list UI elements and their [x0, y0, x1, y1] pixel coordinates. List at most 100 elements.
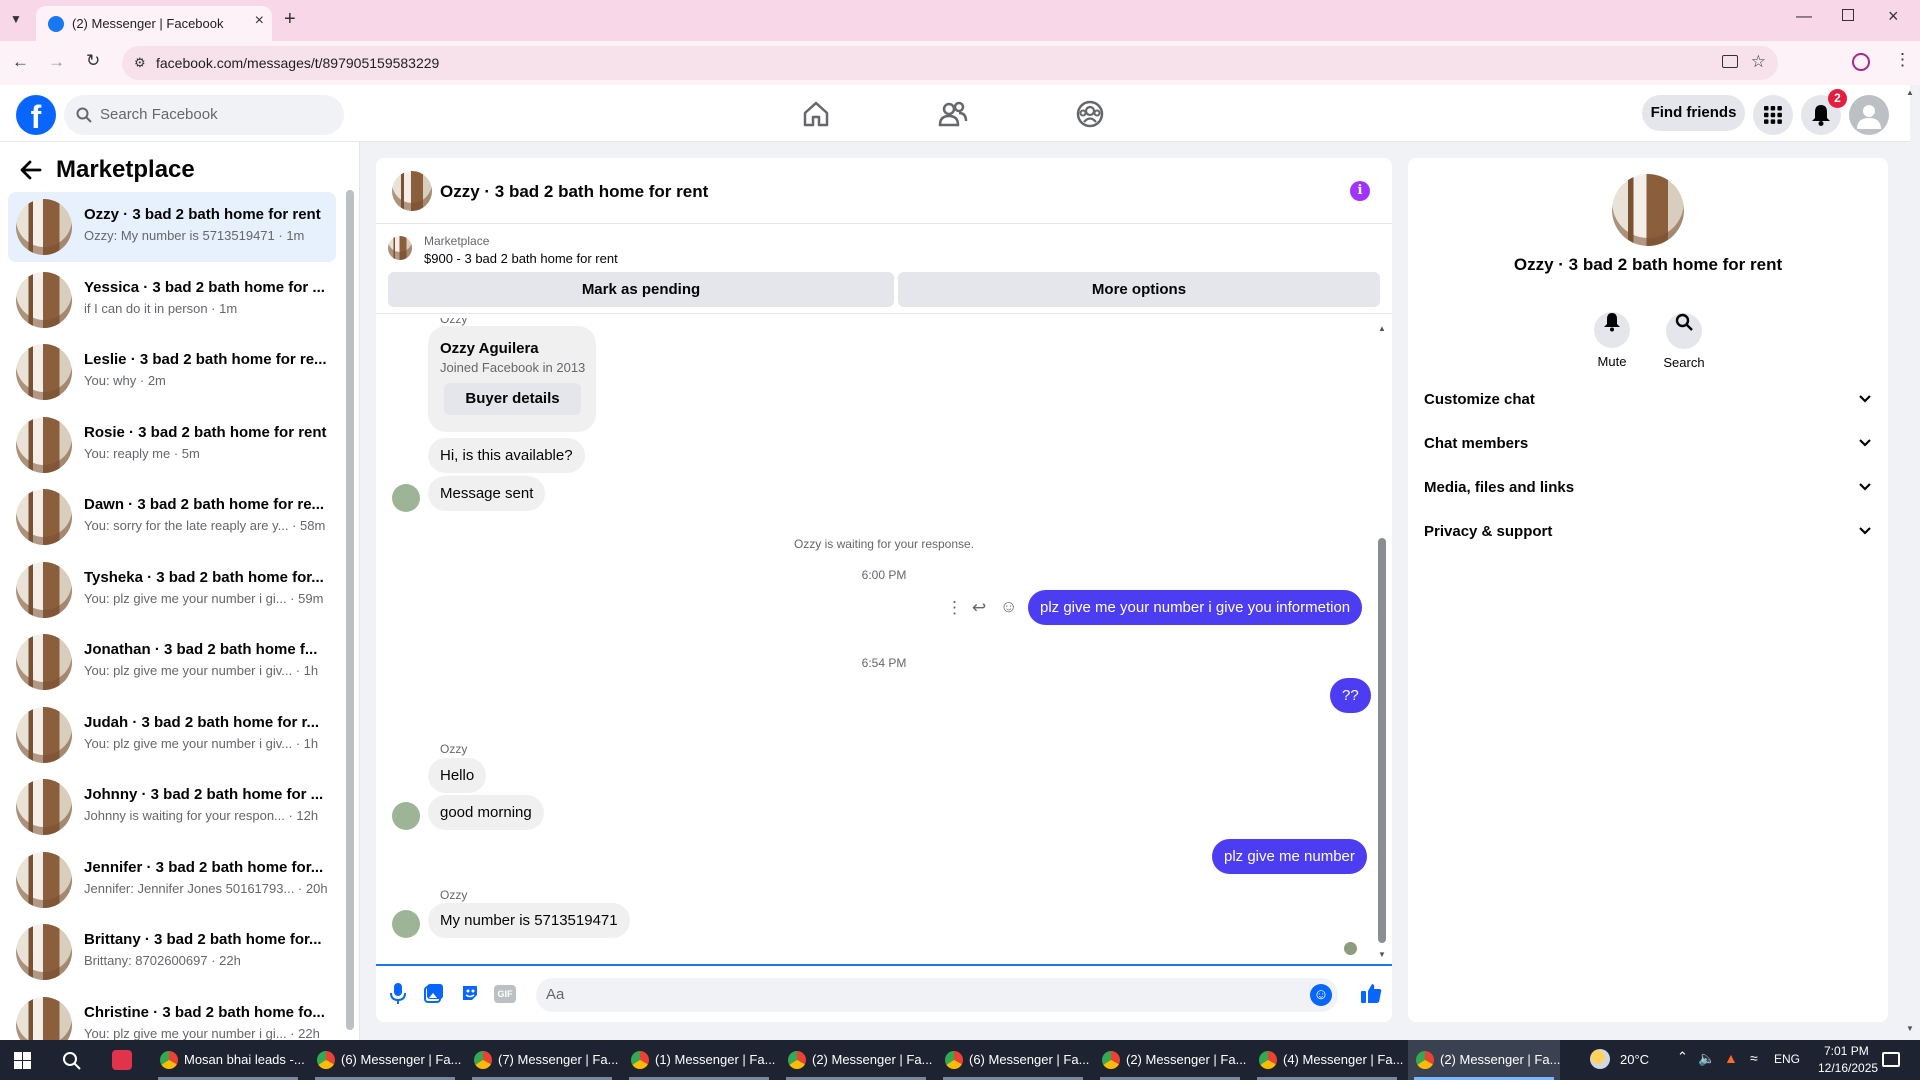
- close-window-icon[interactable]: ×: [1888, 6, 1899, 27]
- scroll-up-arrow-icon[interactable]: ▲: [1378, 324, 1386, 333]
- message-input[interactable]: Aa ☺: [536, 978, 1338, 1012]
- ozzy-avatar[interactable]: [392, 910, 420, 938]
- chat-scrollbar[interactable]: [1378, 538, 1386, 943]
- profile-icon[interactable]: [1852, 53, 1870, 71]
- back-arrow-icon[interactable]: [20, 160, 42, 180]
- minimize-icon[interactable]: —: [1796, 8, 1812, 26]
- chat-title[interactable]: Ozzy · 3 bad 2 bath home for rent: [440, 182, 708, 202]
- search-icon[interactable]: [62, 1051, 81, 1070]
- media-files-links-row[interactable]: Media, files and links: [1424, 470, 1872, 506]
- conversation-item[interactable]: Rosie · 3 bad 2 bath home for rent You: r…: [8, 410, 336, 480]
- sticker-icon[interactable]: [460, 983, 480, 1003]
- address-bar[interactable]: ⚙ facebook.com/messages/t/89790515958322…: [122, 46, 1778, 80]
- ozzy-avatar[interactable]: [392, 802, 420, 830]
- scroll-down-arrow-icon[interactable]: ▼: [1378, 950, 1386, 959]
- customize-chat-row[interactable]: Customize chat: [1424, 382, 1872, 418]
- mark-as-pending-button[interactable]: Mark as pending: [388, 272, 894, 307]
- photo-icon[interactable]: [424, 983, 444, 1003]
- microphone-icon[interactable]: [390, 983, 406, 1005]
- privacy-support-row[interactable]: Privacy & support: [1424, 514, 1872, 550]
- outgoing-message[interactable]: plz give me your number i give you infor…: [1028, 590, 1363, 625]
- home-icon[interactable]: [801, 99, 831, 129]
- outgoing-message[interactable]: plz give me number: [1212, 839, 1367, 874]
- forward-arrow-icon[interactable]: →: [48, 52, 65, 72]
- thumbs-up-icon[interactable]: [1360, 982, 1382, 1004]
- language-indicator[interactable]: ENG: [1774, 1052, 1800, 1066]
- account-avatar[interactable]: [1849, 95, 1889, 135]
- taskbar-chrome-window[interactable]: (6) Messenger | Fa...: [309, 1040, 461, 1080]
- chat-info-avatar[interactable]: [1612, 174, 1684, 246]
- taskbar-chrome-window[interactable]: (1) Messenger | Fa...: [623, 1040, 775, 1080]
- chat-members-row[interactable]: Chat members: [1424, 426, 1872, 462]
- anydesk-app-icon[interactable]: [112, 1050, 132, 1070]
- bookmark-star-icon[interactable]: ☆: [1751, 52, 1766, 72]
- conversation-item[interactable]: Yessica · 3 bad 2 bath home for ... if I …: [8, 265, 336, 335]
- facebook-logo[interactable]: f: [16, 95, 56, 135]
- conversation-item[interactable]: Tysheka · 3 bad 2 bath home for... You: p…: [8, 555, 336, 625]
- install-app-icon[interactable]: [1722, 55, 1738, 68]
- tab-close-icon[interactable]: ×: [255, 12, 264, 30]
- conversation-item[interactable]: Leslie · 3 bad 2 bath home for re... You:…: [8, 337, 336, 407]
- gif-icon[interactable]: GIF: [494, 985, 516, 1003]
- taskbar-chrome-window[interactable]: (2) Messenger | Fa...: [780, 1040, 932, 1080]
- outgoing-message[interactable]: ??: [1330, 678, 1371, 713]
- back-arrow-icon[interactable]: ←: [12, 52, 29, 72]
- new-tab-button[interactable]: +: [284, 8, 296, 31]
- clock-date[interactable]: 12/16/2025: [1818, 1061, 1878, 1075]
- incoming-message[interactable]: Hello: [428, 758, 487, 793]
- react-emoji-icon[interactable]: ☺: [1000, 597, 1017, 617]
- ozzy-avatar[interactable]: [392, 484, 420, 512]
- taskbar-chrome-window[interactable]: (4) Messenger | Fa...: [1251, 1040, 1403, 1080]
- conversation-item[interactable]: Christine · 3 bad 2 bath home fo... You: …: [8, 990, 336, 1040]
- conversation-item[interactable]: Ozzy · 3 bad 2 bath home for rent Ozzy: M…: [8, 192, 336, 262]
- conversation-item[interactable]: Jennifer · 3 bad 2 bath home for... Jenni…: [8, 845, 336, 915]
- mute-button[interactable]: Mute: [1572, 304, 1652, 369]
- windows-start-icon[interactable]: [14, 1052, 31, 1069]
- message-more-icon[interactable]: ⋮: [946, 598, 963, 618]
- incoming-message[interactable]: good morning: [428, 795, 544, 830]
- notification-center-icon[interactable]: [1882, 1052, 1900, 1067]
- incoming-message[interactable]: Hi, is this available?: [428, 438, 585, 473]
- menu-grid-button[interactable]: [1753, 95, 1793, 135]
- buyer-details-button[interactable]: Buyer details: [444, 383, 581, 415]
- temperature[interactable]: 20°C: [1620, 1052, 1649, 1067]
- page-scroll-up-icon[interactable]: ▲: [1906, 88, 1914, 97]
- more-options-button[interactable]: More options: [898, 272, 1380, 307]
- page-scroll-down-icon[interactable]: ▼: [1906, 1024, 1914, 1033]
- info-icon[interactable]: i: [1350, 181, 1370, 201]
- fire-app-icon[interactable]: ▲: [1724, 1050, 1738, 1066]
- sidebar-scrollbar[interactable]: [346, 190, 354, 1030]
- listing-thumbnail[interactable]: [388, 236, 412, 260]
- wifi-icon[interactable]: ≈: [1750, 1050, 1758, 1066]
- search-facebook-input[interactable]: Search Facebook: [64, 95, 344, 135]
- reply-icon[interactable]: ↩: [972, 598, 986, 618]
- find-friends-button[interactable]: Find friends: [1642, 95, 1745, 131]
- friends-icon[interactable]: [938, 99, 968, 129]
- site-info-icon[interactable]: ⚙: [134, 55, 146, 71]
- conversation-item[interactable]: Brittany · 3 bad 2 bath home for... Britt…: [8, 917, 336, 987]
- listing-title[interactable]: $900 - 3 bad 2 bath home for rent: [424, 251, 618, 266]
- reload-icon[interactable]: ↻: [86, 51, 100, 71]
- emoji-icon[interactable]: ☺: [1310, 984, 1332, 1006]
- taskbar-chrome-window[interactable]: (6) Messenger | Fa...: [937, 1040, 1089, 1080]
- show-hidden-icons-chevron-icon[interactable]: ⌃: [1677, 1049, 1688, 1065]
- conversation-item[interactable]: Johnny · 3 bad 2 bath home for ... Johnny…: [8, 772, 336, 842]
- browser-menu-icon[interactable]: ⋮: [1894, 50, 1911, 70]
- conversation-item[interactable]: Jonathan · 3 bad 2 bath home f... You: pl…: [8, 627, 336, 697]
- tab-list-dropdown-icon[interactable]: ▼: [10, 12, 22, 26]
- taskbar-chrome-window[interactable]: (2) Messenger | Fa...: [1094, 1040, 1246, 1080]
- browser-tab-active[interactable]: (2) Messenger | Facebook ×: [36, 6, 272, 41]
- conversation-item[interactable]: Dawn · 3 bad 2 bath home for re... You: s…: [8, 482, 336, 552]
- taskbar-chrome-window[interactable]: (7) Messenger | Fa...: [466, 1040, 618, 1080]
- restore-icon[interactable]: [1842, 9, 1854, 21]
- conversation-item[interactable]: Judah · 3 bad 2 bath home for r... You: p…: [8, 700, 336, 770]
- volume-icon[interactable]: 🔈: [1698, 1050, 1715, 1067]
- taskbar-chrome-window[interactable]: Mosan bhai leads -...: [152, 1040, 305, 1080]
- clock-time[interactable]: 7:01 PM: [1824, 1044, 1869, 1058]
- incoming-message[interactable]: My number is 5713519471: [428, 903, 630, 938]
- weather-icon[interactable]: [1590, 1049, 1610, 1069]
- search-in-chat-button[interactable]: Search: [1644, 304, 1724, 370]
- incoming-message[interactable]: Message sent: [428, 476, 546, 511]
- taskbar-chrome-window[interactable]: (2) Messenger | Fa...: [1408, 1040, 1560, 1080]
- groups-icon[interactable]: [1075, 99, 1105, 129]
